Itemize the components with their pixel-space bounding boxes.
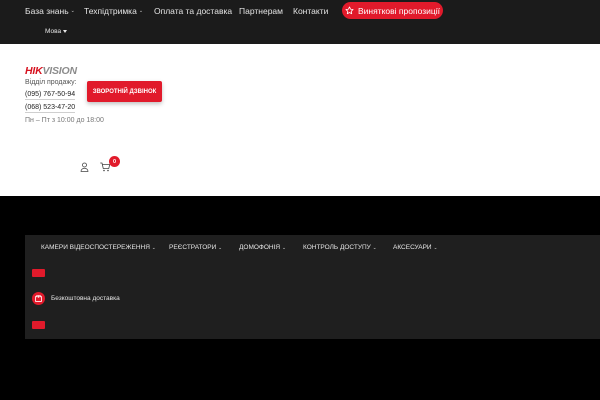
user-icon[interactable] [80,162,89,172]
category-item-label: АКСЕСУАРИ [393,244,432,251]
feature-icon-placeholder [32,269,45,277]
special-offers-button[interactable]: Виняткові пропозиції [342,2,443,19]
top-nav-item-label: Оплата та доставка [154,6,233,16]
category-item-label: ДОМОФОНІЯ [239,244,281,251]
working-hours: Пн – Пт з 10:00 до 18:00 [25,117,104,124]
category-item-cameras[interactable]: КАМЕРИ ВІДЕОСПОСТЕРЕЖЕННЯ ⌄ [41,244,156,251]
category-menu-panel: КАМЕРИ ВІДЕОСПОСТЕРЕЖЕННЯ ⌄ РЕЄСТРАТОРИ ⌄ … [25,235,600,339]
phone-link-2[interactable]: (068) 523-47-20 [25,104,76,113]
top-bar: База знань ⌄ Техпідтримка ⌄ Оплата та дост… [0,0,600,44]
chevron-down-icon: ⌄ [151,244,156,250]
caret-down-icon [63,30,68,33]
chevron-down-icon: ⌄ [70,8,75,14]
chevron-down-icon: ⌄ [372,244,377,250]
free-delivery-label: Безкоштовна доставка [51,295,120,302]
category-item-intercoms[interactable]: ДОМОФОНІЯ ⌄ [239,244,286,251]
category-item-recorders[interactable]: РЕЄСТРАТОРИ ⌄ [169,244,222,251]
top-nav-item-label: Контакти [293,6,329,16]
language-selector[interactable]: Мова [45,28,68,35]
category-item-label: РЕЄСТРАТОРИ [169,244,217,251]
top-nav-item-label: База знань [25,6,69,16]
delivery-box-icon [32,292,45,305]
logo-part-hik: HIK [25,65,43,77]
language-label: Мова [45,28,62,35]
feature-icon-placeholder [32,321,45,329]
category-item-access-control[interactable]: КОНТРОЛЬ ДОСТУПУ ⌄ [303,244,377,251]
top-nav-item-payment-delivery[interactable]: Оплата та доставка [154,6,232,16]
site-header: HIKVISION Відділ продажу: (095) 767-50-9… [0,44,600,196]
chevron-down-icon: ⌄ [282,244,286,250]
chevron-down-icon: ⌄ [433,244,438,250]
top-nav-item-support[interactable]: Техпідтримка ⌄ [84,6,143,16]
chevron-down-icon: ⌄ [218,244,223,250]
phone-number: (068) 523-47-20 [25,104,76,111]
top-nav-item-label: Техпідтримка [84,6,137,16]
phone-link-1[interactable]: (095) 767-50-94 [25,91,76,100]
top-nav-item-contacts[interactable]: Контакти [293,6,328,16]
category-item-label: КОНТРОЛЬ ДОСТУПУ [303,244,371,251]
category-item-accessories[interactable]: АКСЕСУАРИ ⌄ [393,244,437,251]
phone-underline [25,99,76,100]
callback-button[interactable]: ЗВОРОТНІЙ ДЗВІНОК [87,81,162,102]
category-item-label: КАМЕРИ ВІДЕОСПОСТЕРЕЖЕННЯ [41,244,150,251]
special-offers-label: Виняткові пропозиції [358,5,440,16]
sales-department-label: Відділ продажу: [25,79,77,86]
top-nav-item-knowledge-base[interactable]: База знань ⌄ [25,6,75,16]
top-nav-item-partners[interactable]: Партнерам [239,6,283,16]
hikvision-logo[interactable]: HIKVISION [25,66,97,77]
callback-label: ЗВОРОТНІЙ ДЗВІНОК [92,88,157,95]
top-nav-item-label: Партнерам [239,6,283,16]
logo-part-vision: VISION [42,65,77,77]
phone-number: (095) 767-50-94 [25,91,76,98]
phone-underline [25,112,76,113]
cart-count-badge: 0 [109,156,120,167]
free-delivery-feature[interactable]: Безкоштовна доставка [32,292,120,305]
star-icon [345,6,354,15]
chevron-down-icon: ⌄ [138,8,144,14]
